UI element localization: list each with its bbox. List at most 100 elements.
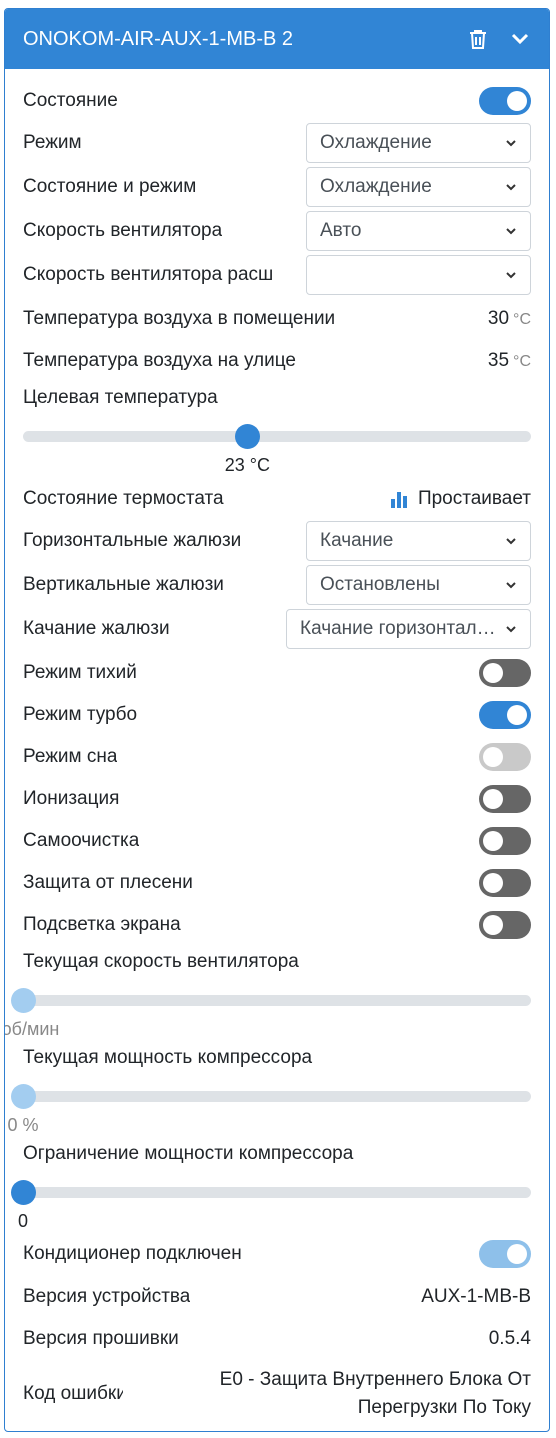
cur-power-value: 0 %	[7, 1115, 39, 1135]
row-outdoor-temp: Температура воздуха на улице 35 °C	[23, 349, 531, 373]
sleep-toggle[interactable]	[479, 743, 531, 771]
thermostat-label: Состояние термостата	[23, 488, 224, 509]
row-mode: Режим Охлаждение	[23, 123, 531, 163]
cur-power-slider	[11, 1084, 531, 1109]
indoor-temp-unit: °C	[513, 311, 531, 328]
target-temp-thumb[interactable]	[235, 424, 261, 449]
indoor-temp-label: Температура воздуха в помещении	[23, 308, 336, 329]
fan-speed-value: Авто	[320, 220, 362, 241]
swing-label: Качание жалюзи	[23, 618, 170, 639]
turbo-label: Режим турбо	[23, 704, 138, 725]
fan-speed-label: Скорость вентилятора	[23, 220, 223, 241]
state-mode-select[interactable]: Охлаждение	[306, 167, 531, 207]
mold-label: Защита от плесени	[23, 872, 193, 893]
row-indoor-temp: Температура воздуха в помещении 30 °C	[23, 307, 531, 331]
row-sleep: Режим сна	[23, 743, 531, 771]
quiet-label: Режим тихий	[23, 662, 137, 683]
row-ionization: Ионизация	[23, 785, 531, 813]
row-fan-speed: Скорость вентилятора Авто	[23, 211, 531, 251]
power-limit-thumb[interactable]	[11, 1180, 36, 1205]
backlight-toggle[interactable]	[479, 911, 531, 939]
cur-fan-thumb	[11, 988, 36, 1013]
row-thermostat: Состояние термостата Простаивает	[23, 487, 531, 511]
chevron-down-icon	[506, 582, 516, 589]
target-temp-value: 23 °C	[224, 455, 271, 475]
thermostat-value: Простаивает	[417, 488, 531, 509]
state-mode-label: Состояние и режим	[23, 176, 197, 197]
state-mode-value: Охлаждение	[320, 176, 432, 197]
fan-speed-select[interactable]: Авто	[306, 211, 531, 251]
indoor-temp-value: 30	[487, 308, 510, 329]
fw-version-value: 0.5.4	[488, 1328, 531, 1349]
backlight-label: Подсветка экрана	[23, 914, 181, 935]
mode-label: Режим	[23, 132, 82, 153]
error-label: Код ошибки	[23, 1383, 123, 1404]
power-limit-value: 0	[17, 1211, 29, 1231]
cur-power-thumb	[11, 1084, 36, 1109]
outdoor-temp-unit: °C	[513, 353, 531, 370]
cur-fan-value: 0 об/мин	[4, 1019, 60, 1039]
cur-fan-slider	[11, 988, 531, 1013]
swing-select[interactable]: Качание горизонтальное	[286, 609, 531, 649]
fan-speed-ext-select[interactable]	[306, 255, 531, 295]
device-card: ONOKOM-AIR-AUX-1-MB-B 2 Состояние Режим …	[4, 8, 550, 1432]
target-temp-slider[interactable]	[23, 424, 531, 449]
swing-value: Качание горизонтальное	[300, 618, 496, 639]
dev-version-value: AUX-1-MB-B	[421, 1286, 531, 1307]
row-fan-speed-ext: Скорость вентилятора расш	[23, 255, 531, 295]
row-error: Код ошибки E0 - Защита Внутреннего Блока…	[23, 1365, 531, 1423]
chevron-down-icon	[506, 228, 516, 235]
row-state: Состояние	[23, 87, 531, 115]
quiet-toggle[interactable]	[479, 659, 531, 687]
card-header[interactable]: ONOKOM-AIR-AUX-1-MB-B 2	[5, 9, 549, 69]
turbo-toggle[interactable]	[479, 701, 531, 729]
mold-toggle[interactable]	[479, 869, 531, 897]
bar-chart-icon	[390, 492, 407, 508]
ionization-label: Ионизация	[23, 788, 120, 809]
h-louvers-value: Качание	[320, 530, 394, 551]
cur-fan-label: Текущая скорость вентилятора	[23, 951, 299, 972]
row-dev-version: Версия устройства AUX-1-MB-B	[23, 1285, 531, 1309]
row-self-clean: Самоочистка	[23, 827, 531, 855]
row-fw-version: Версия прошивки 0.5.4	[23, 1327, 531, 1351]
v-louvers-value: Остановлены	[320, 574, 440, 595]
mode-value: Охлаждение	[320, 132, 432, 153]
target-temp-label: Целевая температура	[23, 387, 218, 408]
error-line-1: E0 - Защита Внутреннего Блока От	[219, 1369, 531, 1390]
trash-icon[interactable]	[467, 28, 489, 50]
fan-speed-ext-label: Скорость вентилятора расш	[23, 264, 274, 285]
state-toggle[interactable]	[479, 87, 531, 115]
outdoor-temp-label: Температура воздуха на улице	[23, 350, 296, 371]
h-louvers-label: Горизонтальные жалюзи	[23, 530, 242, 551]
sleep-label: Режим сна	[23, 746, 118, 767]
chevron-down-icon	[506, 272, 516, 279]
connected-label: Кондиционер подключен	[23, 1243, 242, 1264]
chevron-down-icon	[506, 140, 516, 147]
row-turbo: Режим турбо	[23, 701, 531, 729]
ionization-toggle[interactable]	[479, 785, 531, 813]
row-backlight: Подсветка экрана	[23, 911, 531, 939]
chevron-down-icon	[506, 626, 516, 633]
card-title: ONOKOM-AIR-AUX-1-MB-B 2	[23, 27, 294, 50]
chevron-down-icon[interactable]	[509, 28, 531, 50]
self-clean-toggle[interactable]	[479, 827, 531, 855]
power-limit-slider[interactable]	[11, 1180, 531, 1205]
row-connected: Кондиционер подключен	[23, 1240, 531, 1268]
row-swing: Качание жалюзи Качание горизонтальное	[23, 609, 531, 649]
outdoor-temp-value: 35	[487, 350, 510, 371]
v-louvers-select[interactable]: Остановлены	[306, 565, 531, 605]
row-state-mode: Состояние и режим Охлаждение	[23, 167, 531, 207]
connected-toggle	[479, 1240, 531, 1268]
v-louvers-label: Вертикальные жалюзи	[23, 574, 224, 595]
error-line-2: Перегрузки По Току	[357, 1397, 531, 1418]
mode-select[interactable]: Охлаждение	[306, 123, 531, 163]
chevron-down-icon	[506, 538, 516, 545]
cur-power-label: Текущая мощность компрессора	[23, 1047, 313, 1068]
h-louvers-select[interactable]: Качание	[306, 521, 531, 561]
row-h-louvers: Горизонтальные жалюзи Качание	[23, 521, 531, 561]
fw-version-label: Версия прошивки	[23, 1328, 179, 1349]
row-quiet: Режим тихий	[23, 659, 531, 687]
dev-version-label: Версия устройства	[23, 1286, 191, 1307]
row-v-louvers: Вертикальные жалюзи Остановлены	[23, 565, 531, 605]
chevron-down-icon	[506, 184, 516, 191]
